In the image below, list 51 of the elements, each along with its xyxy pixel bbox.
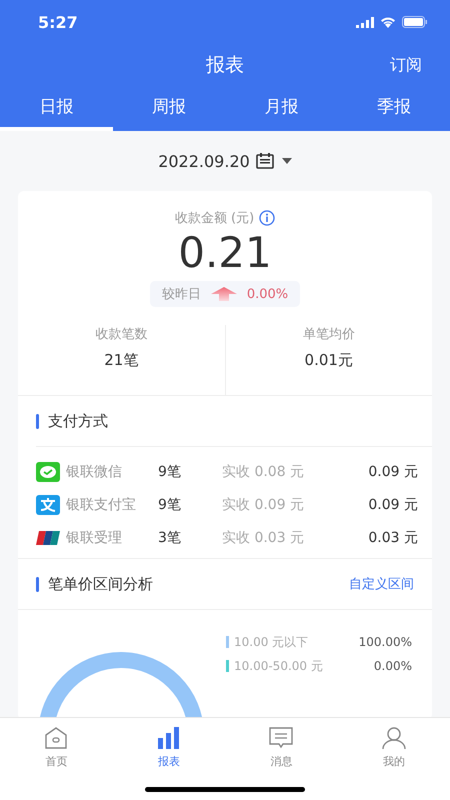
payment-amount: 0.03 元 xyxy=(368,528,418,546)
payment-name: 银联微信 xyxy=(66,462,123,480)
legend-value: 0.00% xyxy=(374,659,412,673)
report-tab[interactable]: 周报 xyxy=(112,86,225,131)
date-picker[interactable]: 2022.09.20 xyxy=(158,152,250,170)
subscribe-link[interactable]: 订阅 xyxy=(390,54,422,76)
stat-value: 0.01元 xyxy=(304,351,353,370)
comparison-label: 较昨日 xyxy=(162,286,201,303)
comparison-value: 0.00% xyxy=(246,286,288,302)
nav-tab[interactable]: 我的 xyxy=(338,718,450,769)
payment-count: 3笔 xyxy=(158,528,182,546)
payment-amount: 0.09 元 xyxy=(368,496,418,514)
stat-value: 21笔 xyxy=(104,351,138,370)
nav-tab[interactable]: 首页 xyxy=(0,718,112,769)
payment-amount: 0.09 元 xyxy=(368,462,418,480)
received-amount: 实收 0.08 元 xyxy=(222,462,304,480)
payment-name: 银联受理 xyxy=(66,528,123,546)
home-icon xyxy=(44,727,68,749)
stat-label: 单笔均价 xyxy=(302,326,355,343)
caret-icon xyxy=(282,158,292,164)
nav-tab[interactable]: 报表 xyxy=(112,718,225,769)
amount-label: 收款金额 (元) xyxy=(174,210,254,227)
legend-value: 100.00% xyxy=(358,635,412,649)
legend-label: 10.00 元以下 xyxy=(234,634,308,650)
signal-icon xyxy=(356,16,374,28)
payment-count: 9笔 xyxy=(158,496,182,514)
report-tab[interactable]: 月报 xyxy=(225,86,338,131)
payment-name: 银联支付宝 xyxy=(66,496,137,514)
message-icon xyxy=(269,727,294,749)
section-title: 支付方式 xyxy=(48,412,108,430)
info-icon[interactable] xyxy=(259,210,276,226)
bar-chart-icon xyxy=(156,727,181,749)
wifi-icon xyxy=(380,16,396,28)
received-amount: 实收 0.03 元 xyxy=(222,528,304,546)
chat-bubble-icon xyxy=(36,462,60,482)
legend-label: 10.00-50.00 元 xyxy=(234,658,323,674)
report-tab[interactable]: 日报 xyxy=(0,86,112,131)
status-time: 5:27 xyxy=(38,12,78,32)
section-title: 笔单价区间分析 xyxy=(48,574,153,594)
page-title: 报表 xyxy=(206,53,244,78)
amount-value: 0.21 xyxy=(178,227,272,279)
nav-tab[interactable]: 消息 xyxy=(225,718,338,769)
payment-icon xyxy=(36,494,60,514)
user-icon xyxy=(382,727,406,749)
custom-range-link[interactable]: 自定义区间 xyxy=(349,575,414,593)
received-amount: 实收 0.09 元 xyxy=(222,496,304,514)
report-tab[interactable]: 季报 xyxy=(338,86,450,131)
calendar-icon xyxy=(256,153,276,169)
stat-label: 收款笔数 xyxy=(95,326,148,343)
battery-icon xyxy=(402,16,428,28)
payment-count: 9笔 xyxy=(158,462,182,480)
